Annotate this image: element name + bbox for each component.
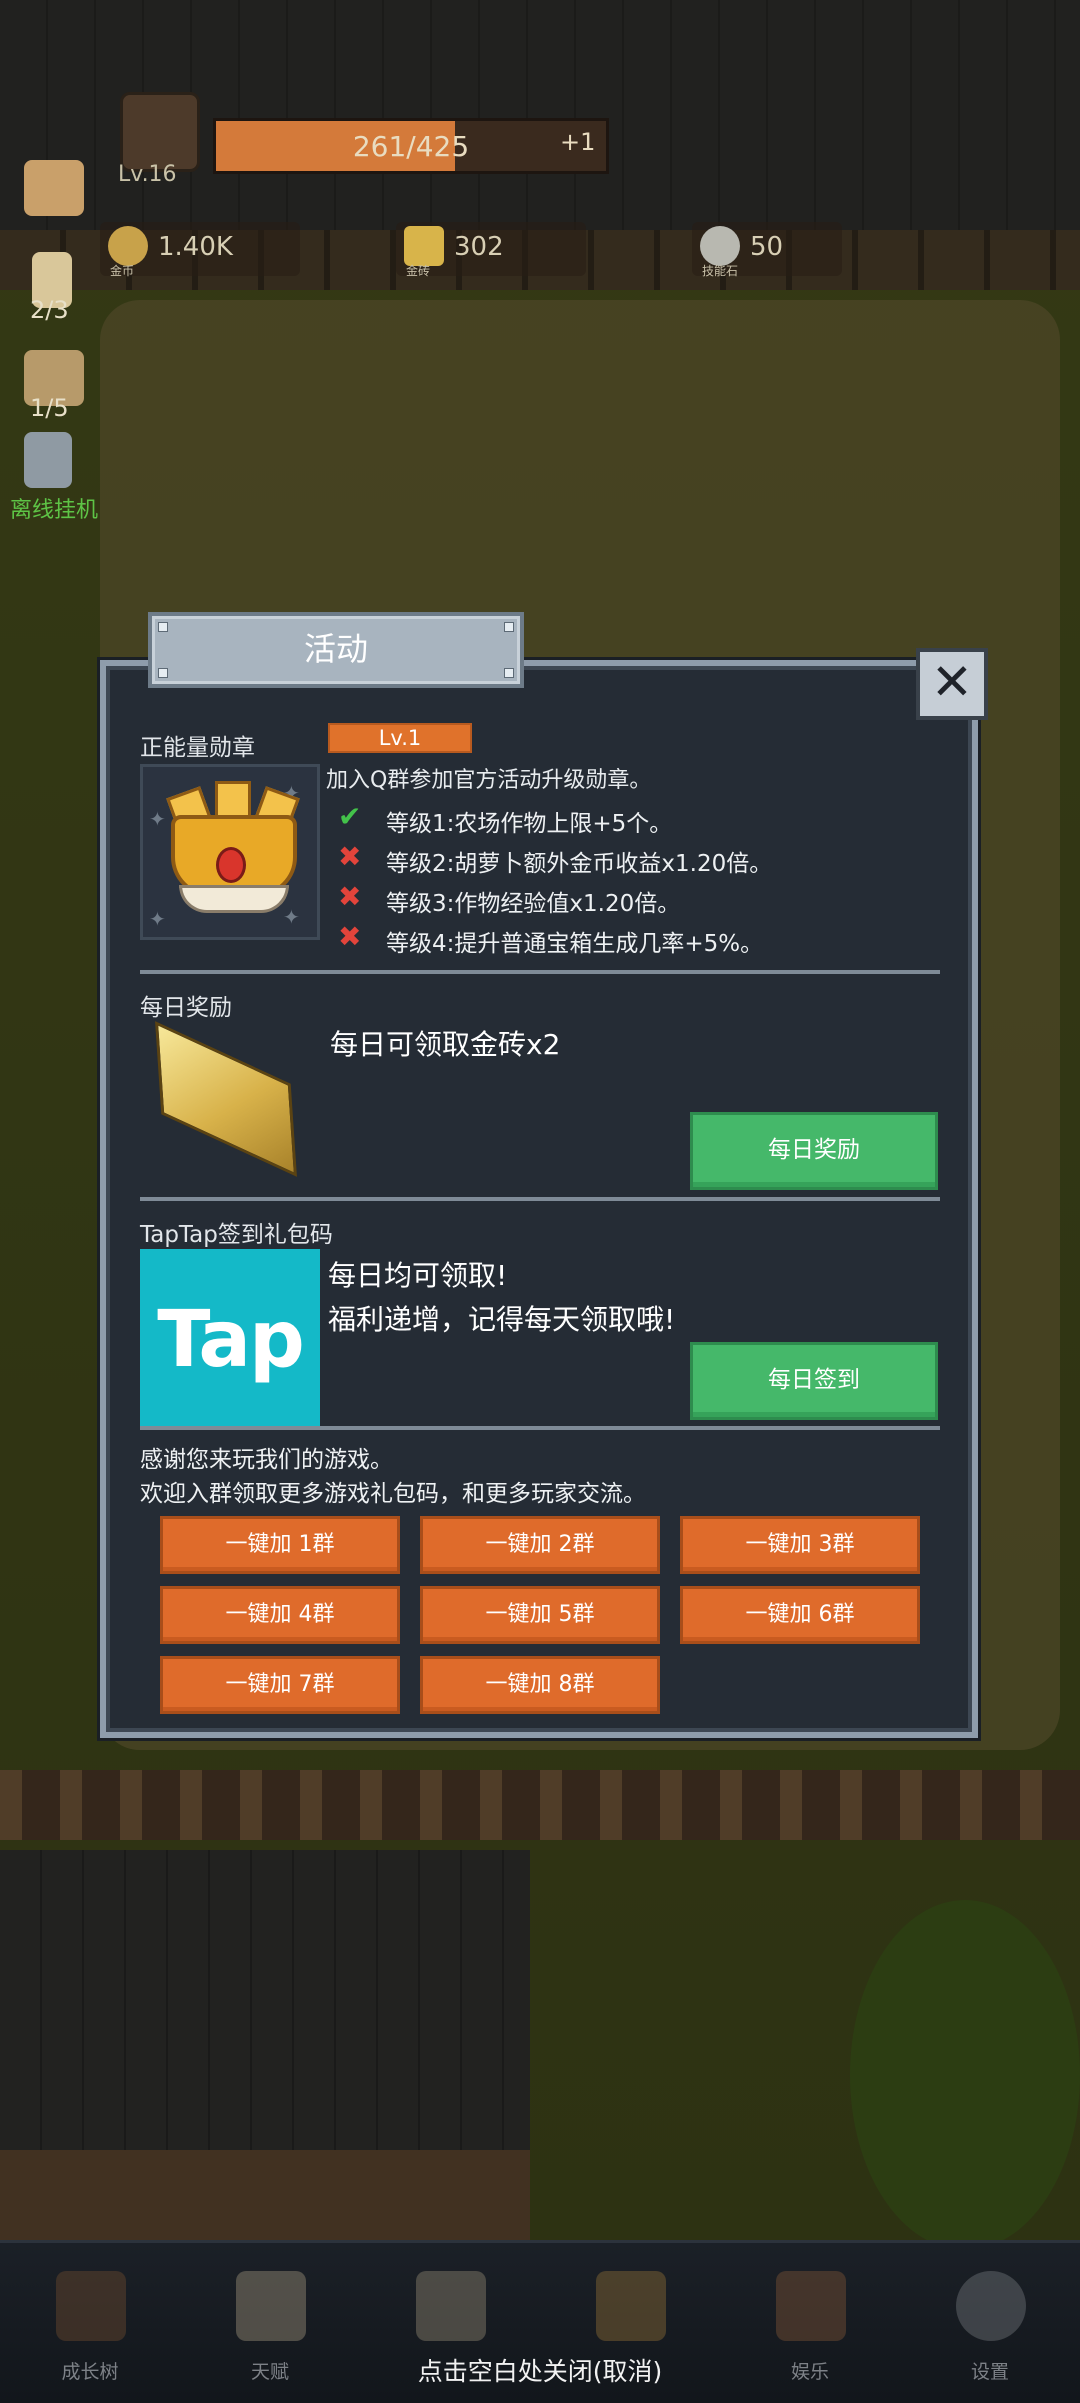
horn-icon [776, 2271, 846, 2341]
gold-brick-icon [404, 226, 444, 266]
close-button[interactable]: ✕ [916, 648, 988, 720]
join-group-5-button[interactable]: 一键加 5群 [420, 1586, 660, 1644]
daily-reward-button[interactable]: 每日奖励 [690, 1112, 938, 1190]
cross-icon: ✖ [338, 880, 362, 913]
join-group-1-button[interactable]: 一键加 1群 [160, 1516, 400, 1574]
medal-level-text: 等级3:作物经验值x1.20倍。 [386, 891, 681, 917]
join-group-2-button[interactable]: 一键加 2群 [420, 1516, 660, 1574]
coin-icon [108, 226, 148, 266]
daily-reward-text: 每日可领取金砖x2 [330, 1028, 561, 1061]
taptap-line-1: 每日均可领取! [328, 1259, 508, 1292]
medal-level-text: 等级2:胡萝卜额外金币收益x1.20倍。 [386, 851, 773, 877]
medal-section-title: 正能量勋章 [140, 735, 255, 761]
cross-icon: ✖ [338, 920, 362, 953]
close-hint[interactable]: 点击空白处关闭(取消) [0, 2352, 1080, 2388]
exp-bar: 261/425 [213, 118, 609, 174]
sparkle-icon: ✦ [149, 907, 166, 931]
player-level: Lv.16 [118, 162, 177, 187]
dialog-title: 活动 [148, 612, 524, 688]
taptap-line-2: 福利递增，记得每天领取哦! [328, 1303, 676, 1336]
skill-stone-icon [700, 226, 740, 266]
rivet-icon [504, 622, 514, 632]
gold-brick-label: 金砖 [406, 264, 431, 278]
gear-icon [956, 2271, 1026, 2341]
check-icon: ✔ [338, 800, 362, 833]
daily-section-title: 每日奖励 [140, 995, 232, 1021]
join-group-3-button[interactable]: 一键加 3群 [680, 1516, 920, 1574]
map-icon [416, 2271, 486, 2341]
skill-stone-counter: 50 技能石 [692, 222, 842, 278]
section-divider [140, 970, 940, 974]
coin-label: 金币 [110, 264, 135, 278]
taptap-logo: Tap [140, 1249, 320, 1427]
exp-text: 261/425 [352, 130, 470, 163]
rivet-icon [504, 668, 514, 678]
rivet-icon [158, 622, 168, 632]
skill-stone-label: 技能石 [702, 264, 739, 278]
join-group-7-button[interactable]: 一键加 7群 [160, 1656, 400, 1714]
medal-level-badge: Lv.1 [328, 723, 472, 753]
daily-checkin-button[interactable]: 每日签到 [690, 1342, 938, 1420]
join-group-6-button[interactable]: 一键加 6群 [680, 1586, 920, 1644]
cross-icon: ✖ [338, 840, 362, 873]
scroll-icon [236, 2271, 306, 2341]
gold-brick-icon [150, 1021, 300, 1177]
join-group-4-button[interactable]: 一键加 4群 [160, 1586, 400, 1644]
thanks-line-2: 欢迎入群领取更多游戏礼包码，和更多玩家交流。 [140, 1481, 646, 1507]
sparkle-icon: ✦ [149, 807, 166, 831]
section-divider [140, 1197, 940, 1201]
rivet-icon [158, 668, 168, 678]
book-icon [56, 2271, 126, 2341]
candle-count: 2/3 [30, 296, 69, 324]
coin-value: 1.40K [158, 232, 233, 262]
medal-level-text: 等级1:农场作物上限+5个。 [386, 811, 673, 837]
close-x-icon: ✕ [931, 653, 973, 711]
key-icon[interactable] [24, 432, 72, 488]
exp-bonus: +1 [560, 128, 596, 156]
taptap-section-title: TapTap签到礼包码 [140, 1222, 333, 1248]
key-icon [596, 2271, 666, 2341]
thanks-line-1: 感谢您来玩我们的游戏。 [140, 1447, 393, 1473]
dialog-title-text: 活动 [303, 630, 368, 668]
medal-level-text: 等级4:提升普通宝箱生成几率+5%。 [386, 931, 764, 957]
medal-intro: 加入Q群参加官方活动升级勋章。 [326, 768, 652, 793]
medal-icon-frame: ✦ ✦ ✦ ✦ [140, 764, 320, 940]
join-group-8-button[interactable]: 一键加 8群 [420, 1656, 660, 1714]
crown-icon[interactable] [24, 160, 84, 216]
beer-count: 1/5 [30, 394, 69, 422]
taptap-logo-text: Tap [157, 1295, 305, 1385]
gold-brick-counter: 302 金砖 [396, 222, 586, 278]
section-divider [140, 1426, 940, 1430]
player-avatar[interactable] [120, 92, 200, 172]
gold-brick-value: 302 [454, 232, 504, 262]
skill-stone-value: 50 [750, 232, 784, 262]
coin-counter: 1.40K 金币 [100, 222, 300, 278]
idle-label[interactable]: 离线挂机 [10, 492, 98, 524]
sparkle-icon: ✦ [283, 905, 300, 929]
